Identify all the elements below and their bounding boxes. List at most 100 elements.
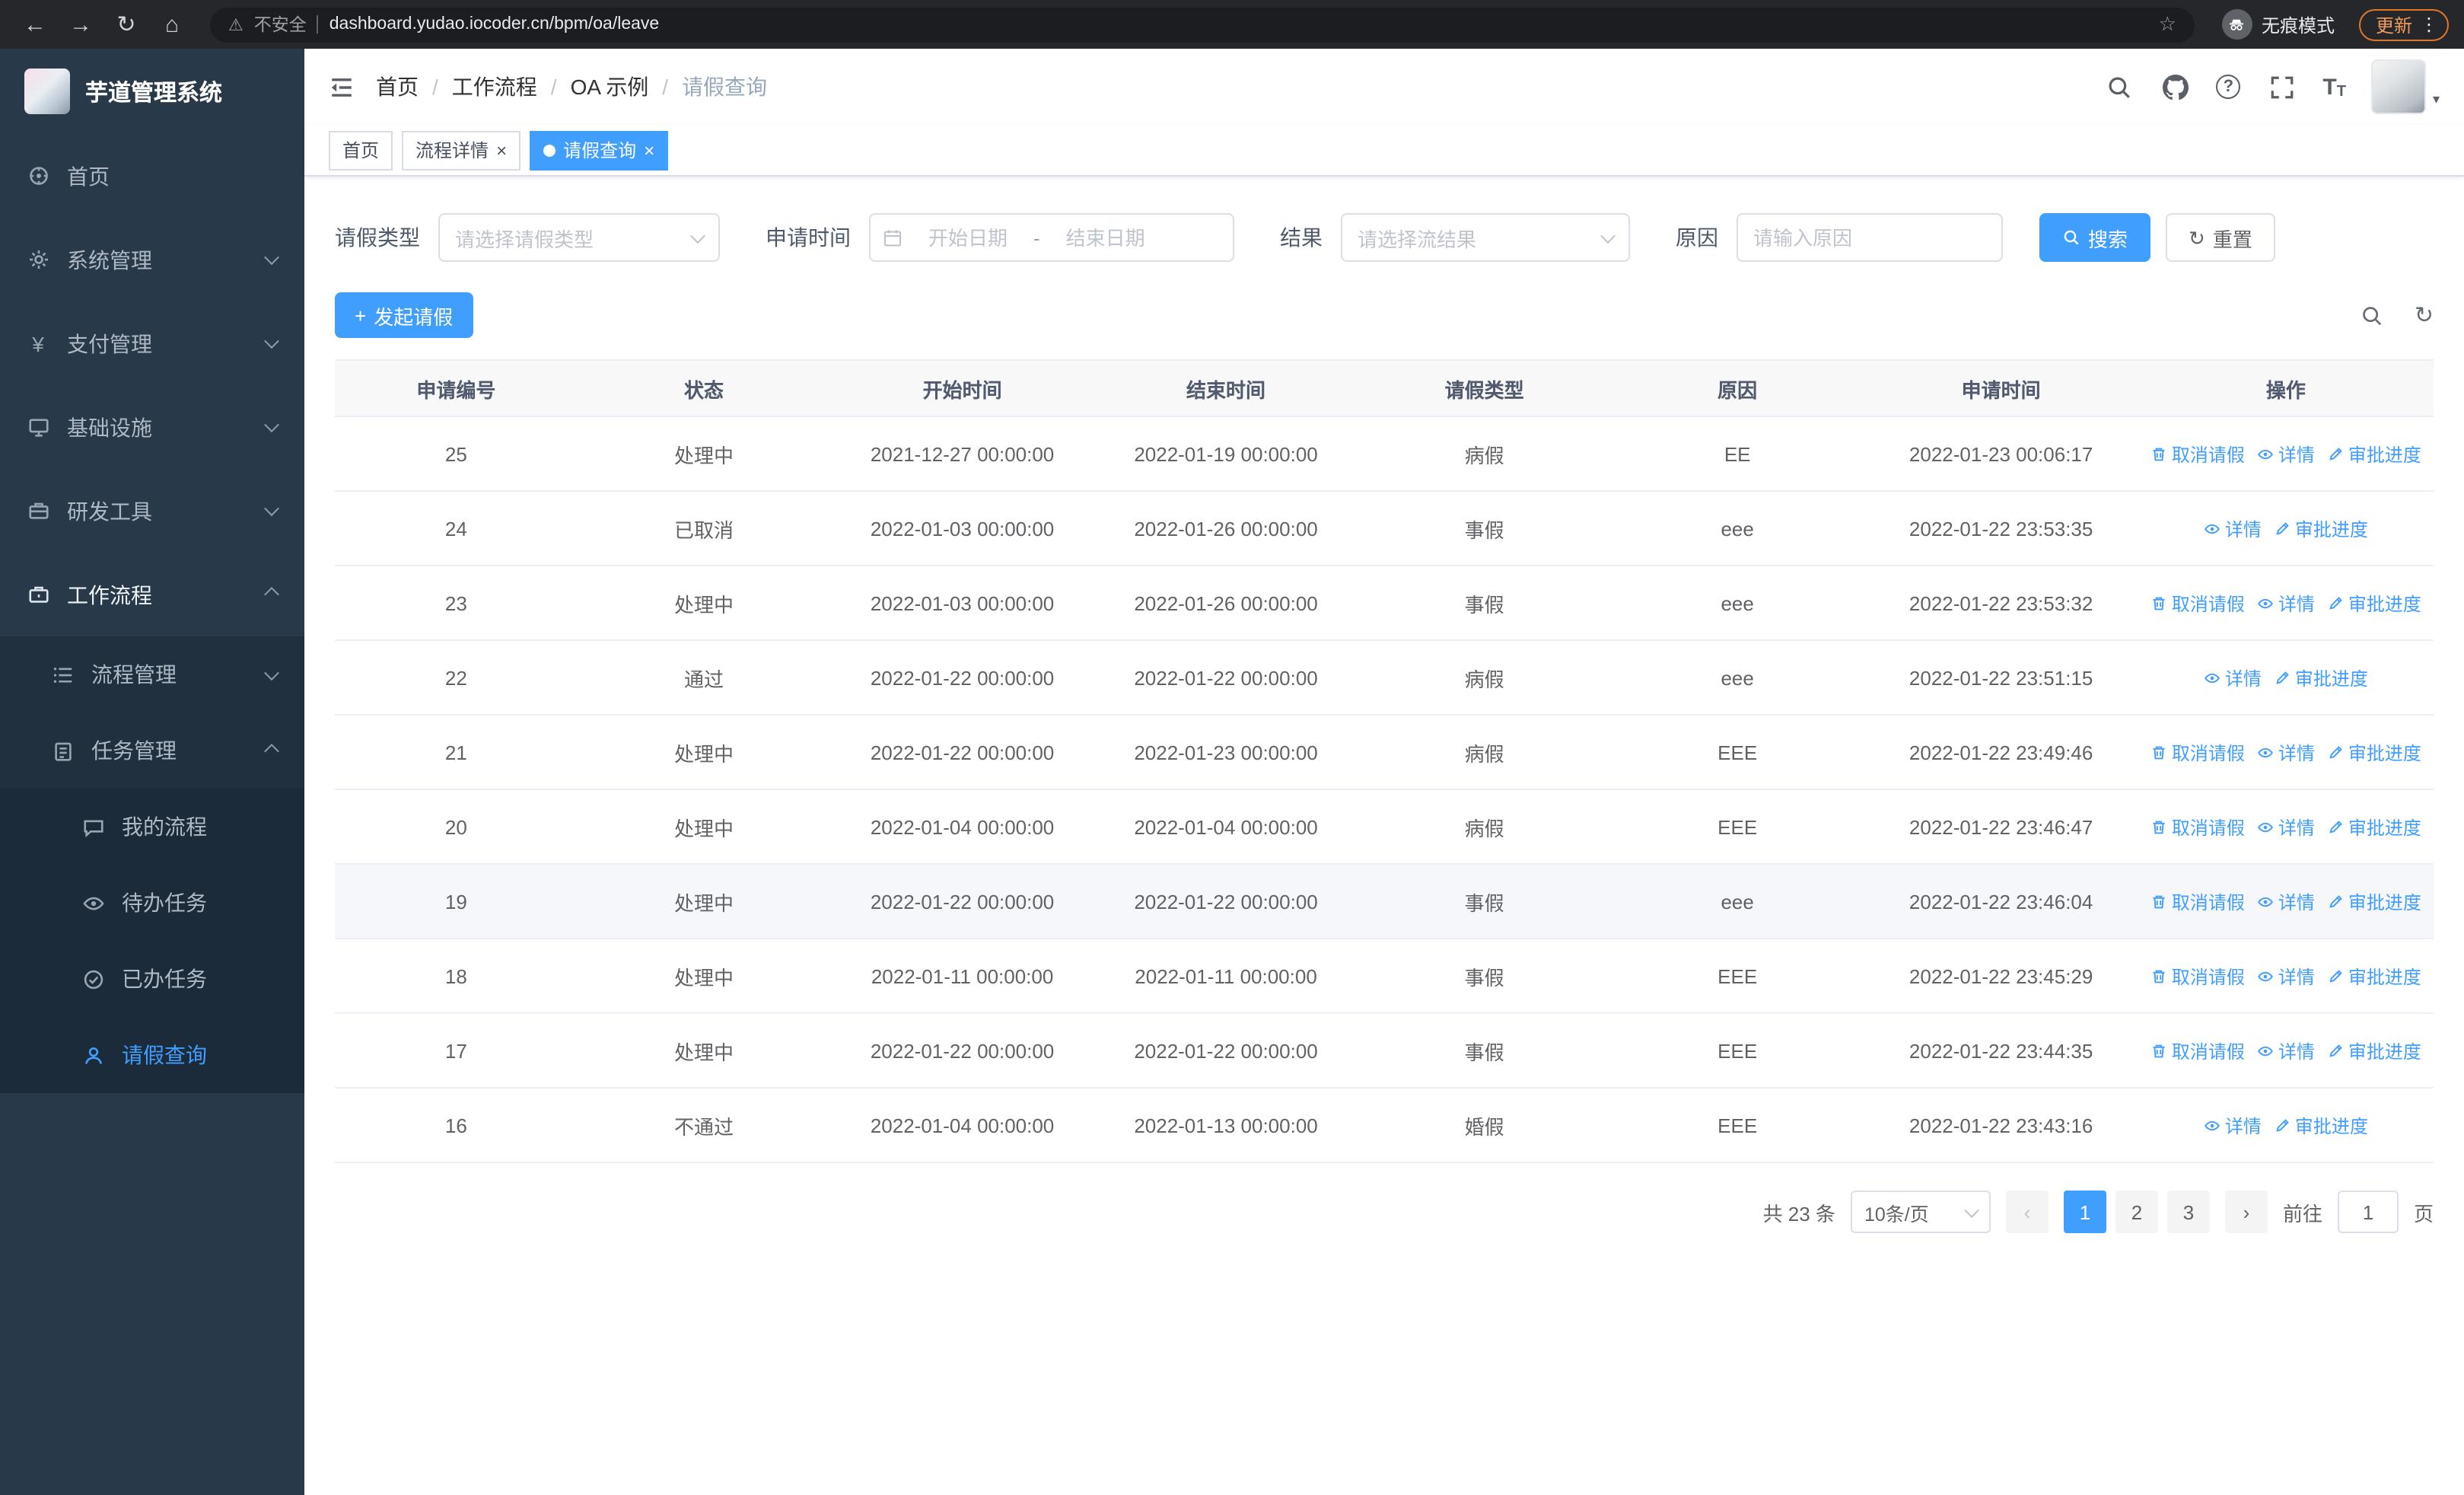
cancel-label: 取消请假 — [2171, 593, 2245, 614]
fullscreen-icon[interactable] — [2266, 72, 2297, 102]
sidebar-item-gear[interactable]: 系统管理 — [0, 218, 304, 301]
total-count: 共 23 条 — [1762, 1202, 1835, 1225]
detail-link[interactable]: 详情 — [2257, 1038, 2315, 1063]
sidebar-item-yen[interactable]: ¥ 支付管理 — [0, 301, 304, 385]
column-header: 操作 — [2138, 359, 2434, 417]
prev-page-button[interactable]: ‹ — [2005, 1191, 2049, 1233]
result-select[interactable]: 请选择流结果 — [1341, 213, 1630, 262]
home-icon[interactable]: ⌂ — [152, 5, 192, 44]
cancel-link[interactable]: 取消请假 — [2150, 590, 2245, 616]
security-warning-label[interactable]: 不安全 — [254, 12, 307, 37]
cell-id: 24 — [335, 491, 578, 566]
detail-link[interactable]: 详情 — [2204, 1112, 2262, 1138]
detail-link[interactable]: 详情 — [2257, 888, 2315, 914]
app-logo-bar[interactable]: 芋道管理系统 — [0, 49, 304, 134]
cancel-link[interactable]: 取消请假 — [2150, 739, 2245, 765]
detail-link[interactable]: 详情 — [2257, 739, 2315, 765]
detail-link[interactable]: 详情 — [2257, 441, 2315, 467]
github-icon[interactable] — [2160, 72, 2190, 102]
sidebar-item-infra[interactable]: 基础设施 — [0, 385, 304, 469]
progress-link[interactable]: 审批进度 — [2327, 1038, 2421, 1063]
sidebar-item-label: 工作流程 — [67, 582, 152, 607]
font-size-icon[interactable]: TT — [2322, 74, 2346, 100]
sidebar-item-home[interactable]: 首页 — [0, 134, 304, 218]
user-menu[interactable]: ▾ — [2371, 59, 2440, 114]
back-icon[interactable]: ← — [15, 5, 55, 44]
cancel-link[interactable]: 取消请假 — [2150, 888, 2245, 914]
sidebar-item-tools[interactable]: 研发工具 — [0, 469, 304, 553]
tab-label: 首页 — [342, 140, 380, 161]
cancel-link[interactable]: 取消请假 — [2150, 814, 2245, 840]
breadcrumb-item[interactable]: OA 示例 — [571, 72, 649, 102]
progress-label: 审批进度 — [2348, 891, 2421, 913]
detail-label: 详情 — [2278, 742, 2315, 763]
leave-type-select[interactable]: 请选择请假类型 — [438, 213, 720, 262]
sidebar-fold-icon[interactable] — [329, 74, 355, 100]
tab-active[interactable]: 请假查询 × — [530, 130, 669, 170]
tab-item[interactable]: 首页 — [329, 130, 393, 170]
cancel-link[interactable]: 取消请假 — [2150, 441, 2245, 467]
toggle-search-icon[interactable] — [2357, 300, 2387, 330]
detail-link[interactable]: 详情 — [2257, 814, 2315, 840]
detail-link[interactable]: 详情 — [2204, 515, 2262, 541]
detail-link[interactable]: 详情 — [2257, 590, 2315, 616]
cell-start_time: 2022-01-03 00:00:00 — [830, 491, 1094, 566]
sidebar-item-eye[interactable]: 待办任务 — [0, 865, 304, 941]
search-icon[interactable] — [2103, 72, 2134, 102]
close-icon[interactable]: × — [644, 141, 654, 159]
sidebar-item-workflow[interactable]: 工作流程 — [0, 553, 304, 636]
goto-page-input[interactable] — [2337, 1191, 2399, 1233]
next-page-button[interactable]: › — [2224, 1191, 2268, 1233]
help-icon[interactable]: ? — [2216, 75, 2241, 99]
refresh-table-icon[interactable]: ↻ — [2415, 301, 2434, 329]
url-text[interactable]: dashboard.yudao.iocoder.cn/bpm/oa/leave — [329, 15, 660, 33]
progress-link[interactable]: 审批进度 — [2327, 590, 2421, 616]
apply-time-range-picker[interactable]: - — [869, 213, 1234, 262]
cancel-link[interactable]: 取消请假 — [2150, 963, 2245, 989]
tab-item[interactable]: 流程详情 × — [402, 130, 521, 170]
avatar[interactable] — [2371, 59, 2427, 114]
cell-status: 处理中 — [577, 939, 831, 1014]
reason-input[interactable] — [1737, 213, 2003, 262]
reload-icon[interactable]: ↻ — [107, 5, 146, 44]
detail-link[interactable]: 详情 — [2257, 963, 2315, 989]
date-separator: - — [1033, 226, 1040, 249]
apply-time-label: 申请时间 — [766, 225, 851, 250]
page-button-2[interactable]: 2 — [2115, 1191, 2158, 1233]
page-button-3[interactable]: 3 — [2166, 1191, 2210, 1233]
page-size-select[interactable]: 10条/页 — [1850, 1191, 1991, 1233]
search-button[interactable]: 搜索 — [2039, 213, 2151, 262]
start-date-input[interactable] — [909, 226, 1027, 249]
update-button[interactable]: 更新 ⋮ — [2358, 8, 2449, 40]
breadcrumb-item[interactable]: 首页 — [376, 72, 419, 102]
progress-link[interactable]: 审批进度 — [2274, 515, 2368, 541]
progress-link[interactable]: 审批进度 — [2327, 441, 2421, 467]
progress-link[interactable]: 审批进度 — [2274, 1112, 2368, 1138]
cancel-link[interactable]: 取消请假 — [2150, 1038, 2245, 1063]
detail-label: 详情 — [2224, 668, 2262, 689]
sidebar-item-done[interactable]: 已办任务 — [0, 941, 304, 1017]
font-size-large: T — [2322, 74, 2337, 100]
breadcrumb-item[interactable]: 工作流程 — [452, 72, 537, 102]
end-date-input[interactable] — [1046, 226, 1165, 249]
progress-link[interactable]: 审批进度 — [2327, 739, 2421, 765]
sidebar-item-chat[interactable]: 我的流程 — [0, 789, 304, 865]
create-leave-button[interactable]: + 发起请假 — [335, 292, 473, 338]
cell-start_time: 2022-01-22 00:00:00 — [830, 640, 1094, 716]
progress-link[interactable]: 审批进度 — [2327, 814, 2421, 840]
browser-menu-icon[interactable]: ⋮ — [2420, 14, 2438, 35]
sidebar-item-process[interactable]: 流程管理 — [0, 636, 304, 712]
progress-link[interactable]: 审批进度 — [2327, 888, 2421, 914]
detail-link[interactable]: 详情 — [2204, 665, 2262, 690]
forward-icon[interactable]: → — [61, 5, 100, 44]
progress-link[interactable]: 审批进度 — [2327, 963, 2421, 989]
reset-button[interactable]: ↻ 重置 — [2166, 213, 2275, 262]
cancel-icon — [2150, 744, 2167, 760]
progress-link[interactable]: 审批进度 — [2274, 665, 2368, 690]
sidebar-item-user[interactable]: 请假查询 — [0, 1017, 304, 1093]
bookmark-star-icon[interactable]: ☆ — [2159, 12, 2176, 37]
close-icon[interactable]: × — [496, 141, 507, 159]
sidebar-item-task[interactable]: 任务管理 — [0, 712, 304, 789]
page-button-1[interactable]: 1 — [2063, 1191, 2106, 1233]
address-bar[interactable]: ⚠ 不安全 dashboard.yudao.iocoder.cn/bpm/oa/… — [210, 7, 2195, 42]
